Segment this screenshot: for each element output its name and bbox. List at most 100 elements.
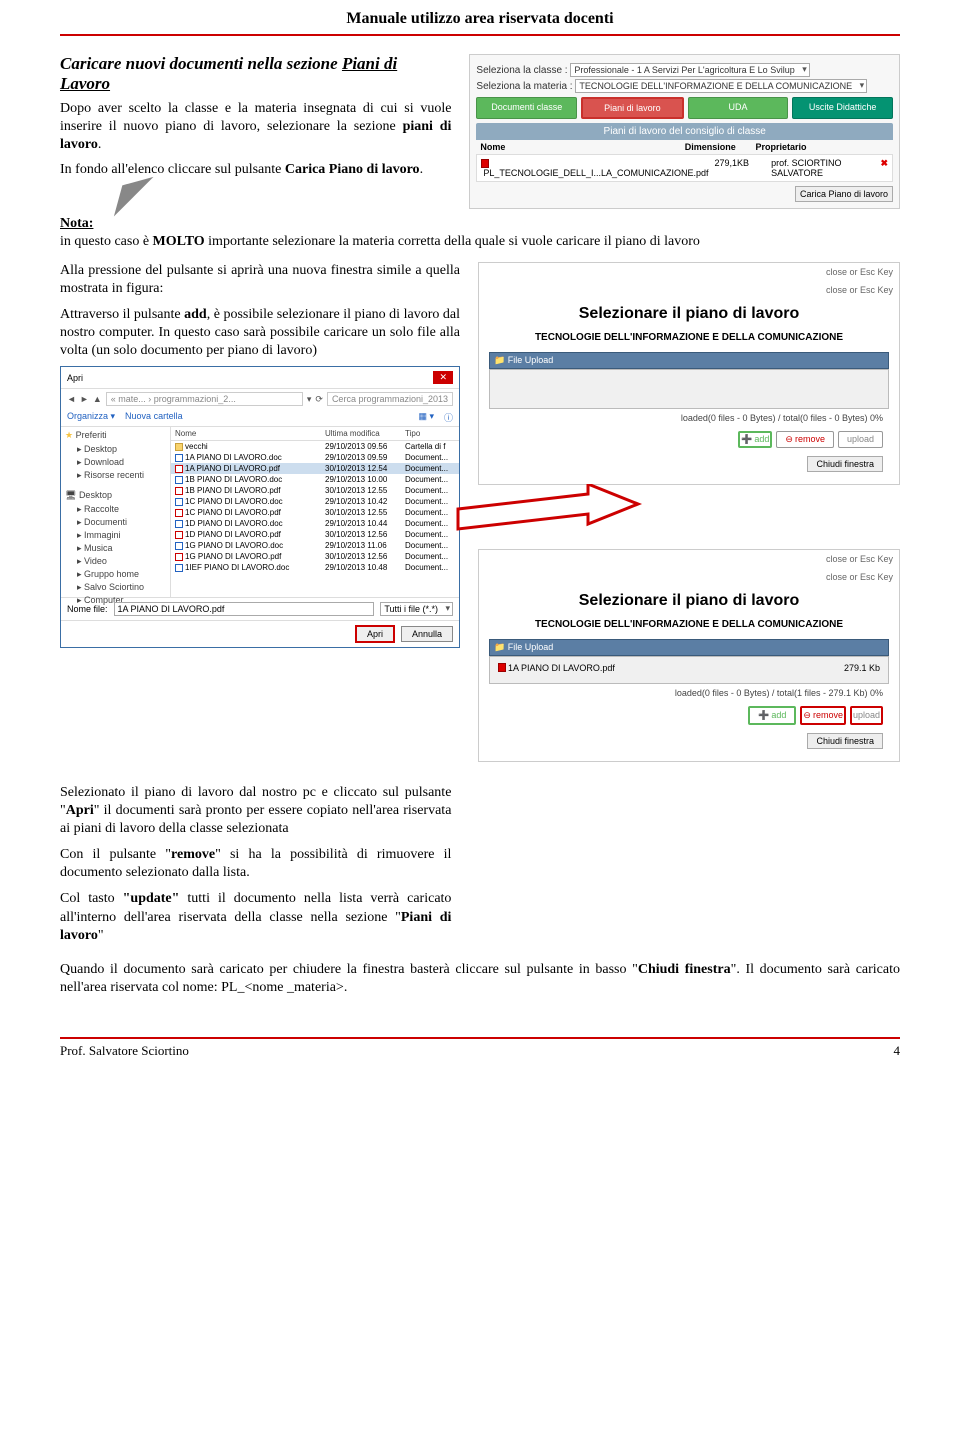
sidebar-item[interactable]: ▸ Raccolte <box>65 503 166 516</box>
page-number: 4 <box>894 1043 901 1059</box>
close-hint-2[interactable]: close or Esc Key <box>826 572 893 582</box>
file-upload-bar: 📁 File Upload <box>489 639 889 656</box>
status-line: loaded(0 files - 0 Bytes) / total(1 file… <box>489 684 889 702</box>
sidebar-item[interactable]: ▸ Documenti <box>65 516 166 529</box>
tab-uda[interactable]: UDA <box>688 97 789 119</box>
close-icon[interactable]: ✕ <box>433 371 453 384</box>
filter-select[interactable]: Tutti i file (*.*) <box>380 602 453 616</box>
list-item[interactable]: 1C PIANO DI LAVORO.pdf30/10/2013 12.55Do… <box>171 507 459 518</box>
p5c: " il documenti sarà pronto per essere co… <box>60 803 451 836</box>
organizza-menu[interactable]: Organizza ▾ <box>67 411 115 424</box>
sidebar: ★ Preferiti ▸ Desktop▸ Download▸ Risorse… <box>61 427 171 597</box>
para-3: Alla pressione del pulsante si aprirà un… <box>60 262 460 298</box>
nuova-cartella[interactable]: Nuova cartella <box>125 411 183 424</box>
upload-button[interactable]: upload <box>838 431 883 448</box>
apri-button[interactable]: Apri <box>355 625 395 643</box>
add-button[interactable]: ➕ add <box>748 706 796 725</box>
delete-icon[interactable]: ✖ <box>878 158 890 178</box>
chiudi-finestra-button[interactable]: Chiudi finestra <box>807 733 883 749</box>
upload-modal-2: close or Esc Key close or Esc Key Selezi… <box>478 549 900 762</box>
breadcrumb[interactable]: « mate... › programmazioni_2... <box>106 392 303 406</box>
close-hint-2[interactable]: close or Esc Key <box>826 285 893 295</box>
label-seleziona-materia: Seleziona la materia : TECNOLOGIE DELL'I… <box>476 79 893 93</box>
p7a: Col tasto <box>60 891 123 906</box>
nota-c: importante selezionare la materia corret… <box>205 234 700 249</box>
search-input[interactable]: Cerca programmazioni_2013 <box>327 392 453 406</box>
list-item[interactable]: 1G PIANO DI LAVORO.pdf30/10/2013 12.56Do… <box>171 551 459 562</box>
sidebar-item[interactable]: ▸ Gruppo home <box>65 568 166 581</box>
col-modifica[interactable]: Ultima modifica <box>325 429 405 438</box>
table-header: Nome Dimensione Proprietario <box>476 140 893 154</box>
red-arrow-icon <box>478 499 900 549</box>
col-nome[interactable]: Nome <box>175 429 325 438</box>
file-icon <box>175 509 183 517</box>
sidebar-item[interactable]: ▸ Video <box>65 555 166 568</box>
footer-rule <box>60 1037 900 1039</box>
upload-button[interactable]: upload <box>850 706 883 725</box>
view-icon[interactable]: ▦ ▾ <box>418 411 434 424</box>
col-tipo[interactable]: Tipo <box>405 429 455 438</box>
nota-label: Nota: <box>60 216 93 231</box>
tab-piani-di-lavoro[interactable]: Piani di lavoro <box>581 97 684 119</box>
nav-back-icon[interactable]: ◄ <box>67 394 76 404</box>
close-hint[interactable]: close or Esc Key <box>826 267 893 277</box>
dialog-title: Apri <box>67 373 433 383</box>
col-dimensione: Dimensione <box>683 142 754 152</box>
file-upload-bar: 📁 File Upload <box>489 352 889 369</box>
tab-documenti-classe[interactable]: Documenti classe <box>476 97 577 119</box>
nav-fwd-icon[interactable]: ► <box>80 394 89 404</box>
modal-sub: TECNOLOGIE DELL'INFORMAZIONE E DELLA COM… <box>479 616 899 633</box>
close-hint[interactable]: close or Esc Key <box>826 554 893 564</box>
list-item[interactable]: 1B PIANO DI LAVORO.pdf30/10/2013 12.55Do… <box>171 485 459 496</box>
file-icon <box>175 564 183 572</box>
section-title-a: Caricare nuovi documenti nella sezione <box>60 54 342 73</box>
sidebar-item[interactable]: ▸ Immagini <box>65 529 166 542</box>
row-nome[interactable]: PL_TECNOLOGIE_DELL_I...LA_COMUNICAZIONE.… <box>481 168 710 178</box>
side-desktop[interactable]: Desktop <box>79 490 112 500</box>
select-classe[interactable]: Professionale - 1 A Servizi Per L'agrico… <box>570 63 809 77</box>
p4a: Attraverso il pulsante <box>60 307 184 322</box>
chiudi-finestra-button[interactable]: Chiudi finestra <box>807 456 883 472</box>
nav-up-icon[interactable]: ▲ <box>93 394 102 404</box>
upload-modal-1: close or Esc Key close or Esc Key Selezi… <box>478 262 900 485</box>
filename-input[interactable] <box>114 602 375 616</box>
page-header: Manuale utilizzo area riservata docenti <box>60 0 900 34</box>
list-item[interactable]: vecchi29/10/2013 09.56Cartella di f <box>171 441 459 452</box>
remove-label: remove <box>795 434 825 444</box>
footer-author: Prof. Salvatore Sciortino <box>60 1043 189 1059</box>
p8b: Chiudi finestra <box>638 962 731 977</box>
list-item[interactable]: 1B PIANO DI LAVORO.doc29/10/2013 10.00Do… <box>171 474 459 485</box>
p7b: "update" <box>123 891 180 906</box>
sidebar-item[interactable]: ▸ Desktop <box>65 443 166 456</box>
list-item[interactable]: 1IEF PIANO DI LAVORO.doc29/10/2013 10.48… <box>171 562 459 573</box>
file-icon <box>175 476 183 484</box>
uploaded-file-size: 279.1 Kb <box>844 663 880 673</box>
list-item[interactable]: 1D PIANO DI LAVORO.pdf30/10/2013 12.56Do… <box>171 529 459 540</box>
list-item[interactable]: 1D PIANO DI LAVORO.doc29/10/2013 10.44Do… <box>171 518 459 529</box>
sidebar-item[interactable]: ▸ Musica <box>65 542 166 555</box>
refresh-icon[interactable]: ⟳ <box>315 394 323 405</box>
tab-uscite-didattiche[interactable]: Uscite Didattiche <box>792 97 893 119</box>
sidebar-item[interactable]: ▸ Salvo Sciortino <box>65 581 166 594</box>
sidebar-item[interactable]: ▸ Risorse recenti <box>65 469 166 482</box>
help-icon[interactable]: ⓘ <box>444 411 453 424</box>
para-1c: . <box>98 137 102 152</box>
remove-button[interactable]: ⊖ remove <box>800 706 846 725</box>
list-item[interactable]: 1C PIANO DI LAVORO.doc29/10/2013 10.42Do… <box>171 496 459 507</box>
list-item[interactable]: 1G PIANO DI LAVORO.doc29/10/2013 11.06Do… <box>171 540 459 551</box>
sidebar-item[interactable]: ▸ Download <box>65 456 166 469</box>
table-title: Piani di lavoro del consiglio di classe <box>476 123 893 140</box>
p6b: remove <box>171 847 215 862</box>
list-item[interactable]: 1A PIANO DI LAVORO.pdf30/10/2013 12.54Do… <box>171 463 459 474</box>
nome-file-label: Nome file: <box>67 604 108 614</box>
add-button[interactable]: ➕ add <box>738 431 772 448</box>
pdf-icon <box>481 159 489 168</box>
side-preferiti[interactable]: Preferiti <box>76 430 107 440</box>
annulla-button[interactable]: Annulla <box>401 626 453 642</box>
remove-button[interactable]: ⊖ remove <box>776 431 834 448</box>
select-materia[interactable]: TECNOLOGIE DELL'INFORMAZIONE E DELLA COM… <box>575 79 867 93</box>
p6a: Con il pulsante " <box>60 847 171 862</box>
list-item[interactable]: 1A PIANO DI LAVORO.doc29/10/2013 09.59Do… <box>171 452 459 463</box>
carica-piano-button[interactable]: Carica Piano di lavoro <box>795 186 893 202</box>
upload-label: upload <box>853 710 880 720</box>
